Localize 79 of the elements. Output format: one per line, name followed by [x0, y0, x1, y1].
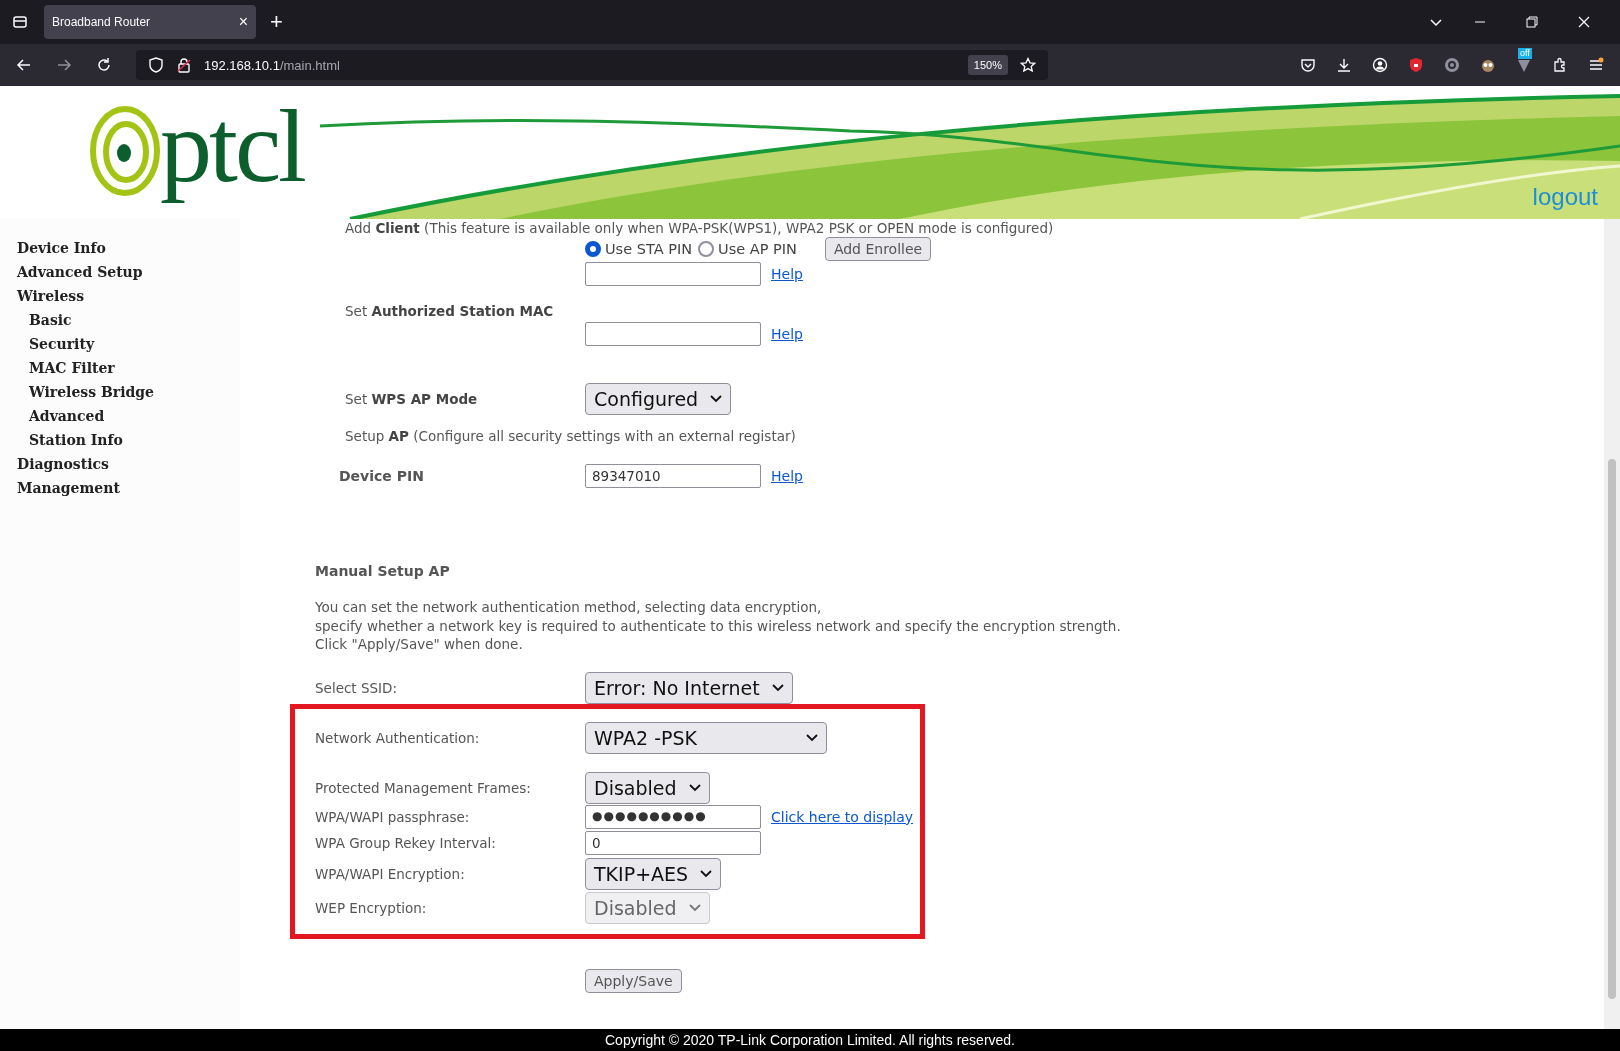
setup-ap-text: Setup AP (Configure all security settings with an external registar) — [345, 428, 796, 444]
caret-icon — [806, 733, 818, 742]
pin-input-field[interactable] — [585, 262, 761, 286]
sidebar-item[interactable]: Advanced Setup — [0, 260, 143, 284]
restore-icon[interactable] — [1524, 14, 1540, 30]
scroll-bar[interactable] — [1604, 219, 1620, 1029]
sidebar-subitem[interactable]: Advanced — [0, 404, 105, 428]
copyright-text: Copyright © 2020 TP-Link Corporation Limited. All rights reserved. — [605, 1032, 1015, 1048]
pin-option-radio[interactable]: Use STA PIN — [585, 241, 693, 257]
wps-mode-label: Set WPS AP Mode — [345, 391, 479, 407]
field-label: WPA/WAPI passphrase: — [315, 808, 471, 825]
owl-extension-icon[interactable] — [1480, 57, 1496, 73]
field-label: Protected Management Frames: — [315, 779, 532, 796]
caret-icon — [688, 783, 701, 792]
account-icon[interactable] — [1372, 57, 1388, 73]
display-link[interactable]: Click here to display — [771, 808, 914, 825]
apply-save-button[interactable]: Apply/Save — [585, 968, 682, 993]
tab-title: Broadband Router — [52, 15, 152, 29]
passphrase-field[interactable]: ●●●●●●●●●● — [585, 804, 761, 829]
shield-extension-icon[interactable] — [1408, 57, 1424, 73]
forward-arrow-icon[interactable] — [56, 57, 72, 73]
help-link[interactable]: Help — [771, 326, 803, 342]
help-link[interactable]: Help — [771, 468, 803, 484]
sidebar-item[interactable]: Wireless — [0, 284, 85, 308]
caret-icon — [771, 683, 784, 692]
station-mac-label: Set Authorized Station MAC — [345, 303, 554, 319]
device-pin-field[interactable]: 89347010 — [585, 464, 761, 488]
pocket-icon[interactable] — [1300, 57, 1316, 73]
sidebar-item[interactable]: Device Info — [0, 236, 106, 260]
star-icon[interactable] — [1020, 57, 1036, 73]
wps-mode-select[interactable]: Configured — [585, 383, 732, 415]
dropdown-select[interactable]: TKIP+AES — [585, 857, 722, 890]
description-text: You can set the network authentication method, selecting data encryption, specify whether a network key is required to authenticate to this wireless network and specify the encryption strength. Click "Apply/Save" when done. — [315, 598, 1121, 654]
caret-icon — [710, 395, 723, 403]
address-bar[interactable]: 192.168.10.1/main.html 150% — [136, 50, 1048, 80]
caret-icon — [688, 903, 701, 912]
sidebar-subitem[interactable]: Basic — [0, 308, 72, 332]
dropdown-select[interactable]: Disabled — [585, 771, 710, 804]
url-text: 192.168.10.1/main.html — [204, 57, 341, 73]
close-icon[interactable] — [1576, 14, 1592, 30]
browser-tab[interactable]: Broadband Router × — [44, 5, 256, 39]
caret-icon — [700, 869, 713, 878]
sidebar-subitem[interactable]: Station Info — [0, 428, 123, 452]
menu-icon[interactable] — [1588, 57, 1604, 73]
sidebar-subitem[interactable]: Security — [0, 332, 95, 356]
reload-icon[interactable] — [96, 57, 112, 73]
tab-list-icon[interactable] — [12, 14, 28, 30]
station-mac-field[interactable] — [585, 322, 761, 346]
extension-badge: off — [1518, 48, 1532, 59]
sidebar-item[interactable]: Diagnostics — [0, 452, 109, 476]
logo-rings-icon — [90, 106, 160, 196]
sidebar-subitem[interactable]: Wireless Bridge — [0, 380, 154, 404]
dropdown-select[interactable]: WPA2 -PSK — [585, 721, 827, 754]
new-tab-button[interactable]: + — [270, 9, 283, 35]
close-icon[interactable]: × — [238, 13, 248, 31]
back-arrow-icon[interactable] — [16, 57, 32, 73]
field-label: Network Authentication: — [315, 729, 481, 746]
help-link[interactable]: Help — [771, 266, 803, 282]
pin-option-radio[interactable]: Use AP PIN — [698, 241, 797, 257]
add-client-text: Add Client (This feature is available only when WPA-PSK(WPS1), WPA2 PSK or OPEN mode is configured) — [345, 220, 1054, 236]
field-label: WPA/WAPI Encryption: — [315, 865, 466, 882]
circle-extension-icon[interactable] — [1444, 57, 1460, 73]
shield-icon[interactable] — [148, 57, 164, 73]
field-label: WEP Encryption: — [315, 899, 428, 916]
zoom-level-button[interactable]: 150% — [967, 55, 1008, 75]
section-title: Manual Setup AP — [315, 563, 450, 579]
field-label: Select SSID: — [315, 679, 398, 696]
device-pin-label: Device PIN — [339, 468, 425, 484]
dropdown-select[interactable]: Error: No Internet — [585, 671, 793, 704]
lock-icon[interactable] — [176, 57, 192, 73]
logo-text: ptcl — [160, 87, 304, 205]
field-label: WPA Group Rekey Interval: — [315, 834, 497, 851]
download-icon[interactable] — [1336, 57, 1352, 73]
text-input-field[interactable]: 0 — [585, 830, 761, 855]
funnel-extension-icon[interactable] — [1516, 57, 1532, 73]
sidebar-item[interactable]: Management — [0, 476, 120, 500]
sidebar-subitem[interactable]: MAC Filter — [0, 356, 115, 380]
puzzle-icon[interactable] — [1552, 57, 1568, 73]
add-enrollee-button[interactable]: Add Enrollee — [824, 237, 932, 261]
